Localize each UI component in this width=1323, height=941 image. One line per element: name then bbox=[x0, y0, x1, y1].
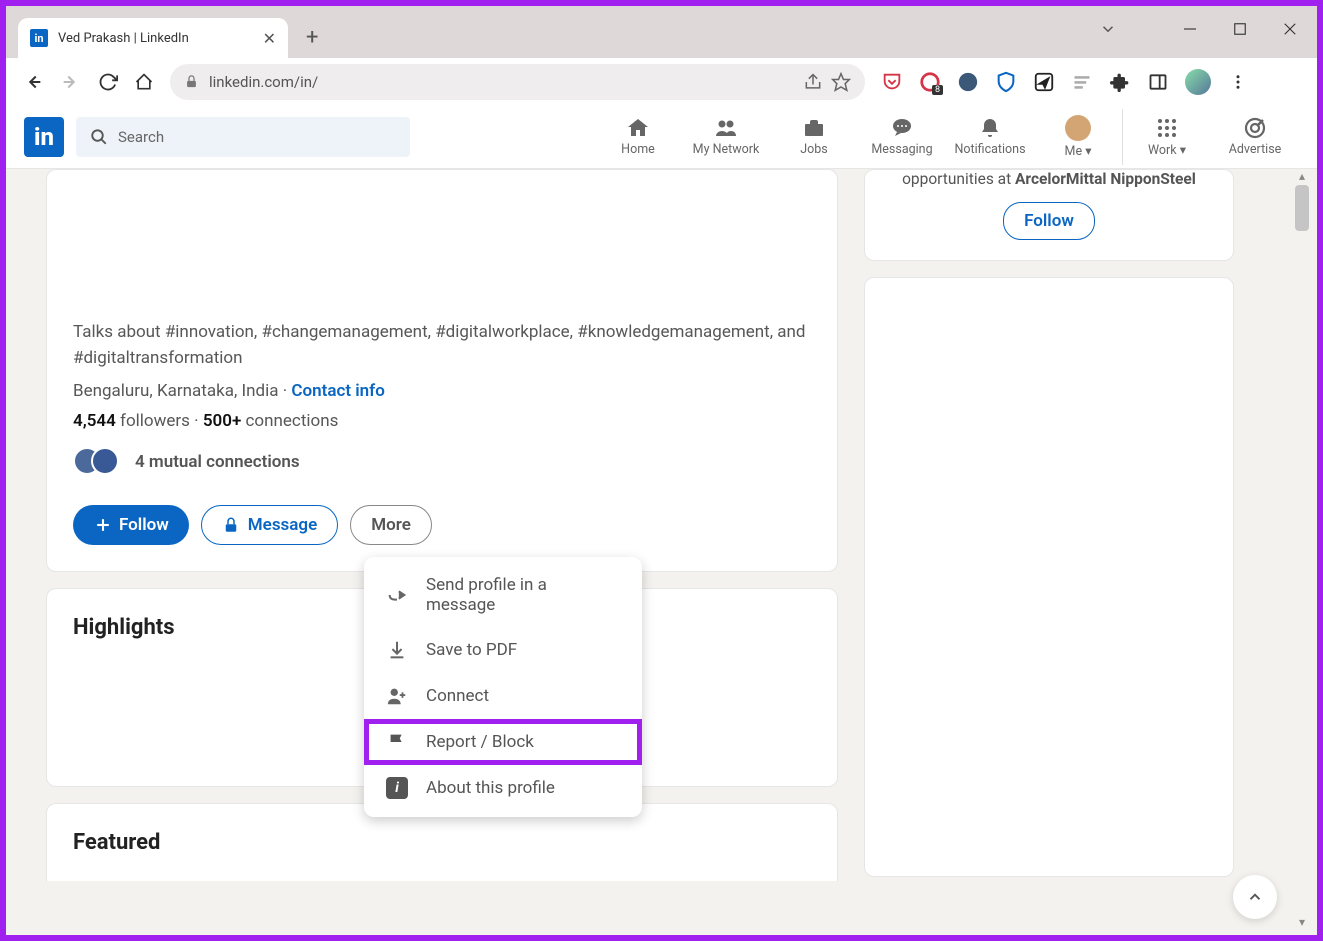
global-nav: Home My Network Jobs Messaging Notificat… bbox=[594, 105, 1299, 169]
me-avatar-icon bbox=[1065, 115, 1091, 141]
home-button[interactable] bbox=[134, 72, 154, 92]
url-text: linkedin.com/in/ bbox=[209, 73, 318, 91]
profile-top-spacer bbox=[73, 170, 811, 320]
extension-red-icon[interactable]: 8 bbox=[919, 71, 941, 93]
nav-notifications[interactable]: Notifications bbox=[946, 105, 1034, 169]
reload-button[interactable] bbox=[98, 72, 118, 92]
download-icon bbox=[386, 639, 408, 661]
dd-report-block[interactable]: Report / Block bbox=[364, 719, 642, 765]
target-icon bbox=[1243, 116, 1267, 140]
new-tab-button[interactable]: + bbox=[306, 25, 318, 50]
dd-send-profile[interactable]: Send profile in a message bbox=[364, 563, 642, 627]
address-bar[interactable]: linkedin.com/in/ bbox=[170, 64, 865, 100]
nav-jobs[interactable]: Jobs bbox=[770, 105, 858, 169]
nav-home[interactable]: Home bbox=[594, 105, 682, 169]
sidebar-blank-card bbox=[864, 277, 1234, 877]
sidebar-follow-button[interactable]: Follow bbox=[1003, 202, 1095, 240]
chrome-menu-icon[interactable] bbox=[1227, 71, 1249, 93]
scroll-thumb[interactable] bbox=[1295, 185, 1309, 231]
person-add-icon bbox=[386, 685, 408, 707]
follow-button[interactable]: Follow bbox=[73, 505, 189, 545]
share-icon[interactable] bbox=[803, 72, 823, 92]
plus-icon bbox=[93, 515, 113, 535]
dd-connect[interactable]: Connect bbox=[364, 673, 642, 719]
tab-bar: in Ved Prakash | LinkedIn ✕ + bbox=[6, 6, 1317, 58]
location-line: Bengaluru, Karnataka, India · Contact in… bbox=[73, 381, 811, 401]
maximize-icon[interactable] bbox=[1231, 20, 1249, 42]
extension-icons: 8 bbox=[881, 69, 1249, 95]
profile-avatar-icon[interactable] bbox=[1185, 69, 1211, 95]
extension-ninja-icon[interactable] bbox=[957, 71, 979, 93]
chevron-down-icon: ▾ bbox=[1085, 144, 1091, 159]
flag-icon bbox=[386, 731, 408, 753]
page-scrollbar[interactable]: ▴ ▾ bbox=[1293, 169, 1311, 929]
close-window-icon[interactable] bbox=[1281, 20, 1299, 42]
dd-about-profile[interactable]: i About this profile bbox=[364, 765, 642, 811]
profile-actions: Follow Message More bbox=[73, 505, 811, 545]
nav-me[interactable]: Me ▾ bbox=[1034, 105, 1122, 169]
nav-work[interactable]: Work ▾ bbox=[1123, 105, 1211, 169]
featured-title: Featured bbox=[73, 830, 811, 855]
sidebar-column: opportunities at ArcelorMittal NipponSte… bbox=[864, 169, 1234, 935]
extension-list-icon[interactable] bbox=[1071, 71, 1093, 93]
briefcase-icon bbox=[802, 116, 826, 140]
linkedin-logo-icon[interactable]: in bbox=[24, 117, 64, 157]
tab-title: Ved Prakash | LinkedIn bbox=[58, 31, 253, 46]
info-icon: i bbox=[386, 777, 408, 799]
lock-icon bbox=[222, 516, 240, 534]
linkedin-header: in Search Home My Network Jobs Messaging… bbox=[6, 105, 1317, 169]
more-button[interactable]: More bbox=[350, 505, 432, 545]
profile-card: Talks about #innovation, #changemanageme… bbox=[46, 169, 838, 572]
contact-info-link[interactable]: Contact info bbox=[291, 381, 384, 401]
scroll-down-arrow-icon[interactable]: ▾ bbox=[1293, 915, 1311, 929]
sidepanel-icon[interactable] bbox=[1147, 71, 1169, 93]
chat-icon bbox=[890, 116, 914, 140]
pocket-icon[interactable] bbox=[881, 71, 903, 93]
address-bar-row: linkedin.com/in/ 8 bbox=[6, 58, 1317, 105]
scroll-up-arrow-icon[interactable]: ▴ bbox=[1293, 169, 1311, 183]
extensions-menu-icon[interactable] bbox=[1109, 71, 1131, 93]
talks-about: Talks about #innovation, #changemanageme… bbox=[73, 320, 811, 371]
window-controls bbox=[1181, 20, 1299, 42]
tab-search-icon[interactable] bbox=[1099, 20, 1117, 42]
bookmark-star-icon[interactable] bbox=[831, 72, 851, 92]
mutual-avatars-icon bbox=[73, 447, 121, 477]
search-placeholder: Search bbox=[118, 128, 164, 146]
nav-messaging[interactable]: Messaging bbox=[858, 105, 946, 169]
nav-network[interactable]: My Network bbox=[682, 105, 770, 169]
search-input[interactable]: Search bbox=[76, 117, 410, 157]
close-tab-icon[interactable]: ✕ bbox=[263, 29, 276, 48]
dd-save-pdf[interactable]: Save to PDF bbox=[364, 627, 642, 673]
follow-text: opportunities at ArcelorMittal NipponSte… bbox=[883, 170, 1215, 188]
browser-chrome: in Ved Prakash | LinkedIn ✕ + linkedin.c… bbox=[6, 6, 1317, 105]
bell-icon bbox=[978, 116, 1002, 140]
people-icon bbox=[714, 116, 738, 140]
more-dropdown: Send profile in a message Save to PDF Co… bbox=[364, 557, 642, 817]
stats-line: 4,544 followers · 500+ connections bbox=[73, 411, 811, 431]
message-button[interactable]: Message bbox=[201, 505, 338, 545]
nav-advertise[interactable]: Advertise bbox=[1211, 105, 1299, 169]
browser-tab[interactable]: in Ved Prakash | LinkedIn ✕ bbox=[18, 18, 288, 58]
search-icon bbox=[90, 128, 108, 146]
arrow-forward-icon bbox=[386, 584, 408, 606]
home-icon bbox=[626, 116, 650, 140]
content-area: Talks about #innovation, #changemanageme… bbox=[6, 169, 1317, 935]
extension-shield-icon[interactable] bbox=[995, 71, 1017, 93]
chevron-up-icon bbox=[1246, 888, 1264, 906]
forward-button[interactable] bbox=[60, 71, 82, 93]
mutual-connections[interactable]: 4 mutual connections bbox=[73, 447, 811, 477]
grid-icon bbox=[1155, 116, 1179, 140]
chevron-down-icon: ▾ bbox=[1180, 143, 1186, 158]
lock-icon bbox=[184, 74, 199, 89]
back-button[interactable] bbox=[22, 71, 44, 93]
scroll-to-top-button[interactable] bbox=[1233, 875, 1277, 919]
suggested-follow-card: opportunities at ArcelorMittal NipponSte… bbox=[864, 169, 1234, 261]
main-column: Talks about #innovation, #changemanageme… bbox=[46, 169, 838, 935]
linkedin-favicon-icon: in bbox=[30, 29, 48, 47]
extension-send-icon[interactable] bbox=[1033, 71, 1055, 93]
minimize-icon[interactable] bbox=[1181, 20, 1199, 42]
